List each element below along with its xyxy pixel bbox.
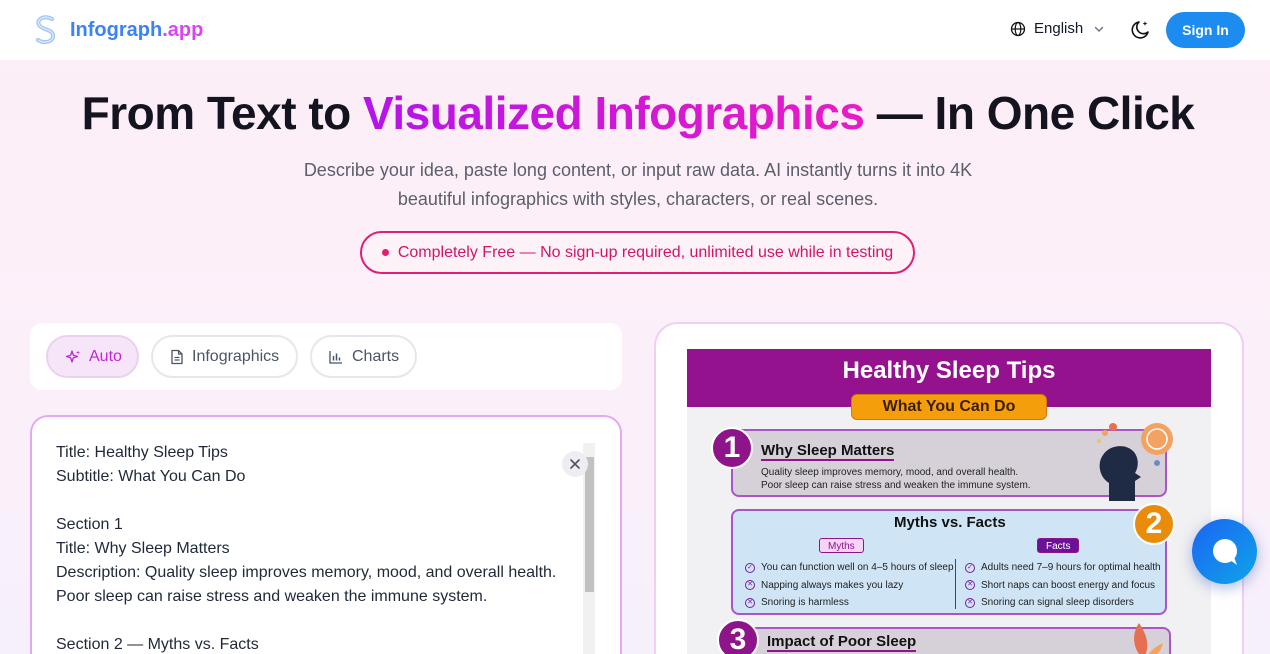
sparkle-icon [65, 349, 80, 363]
globe-icon [1010, 21, 1026, 36]
facts-list: ✓ Adults need 7–9 hours for optimal healt… [965, 559, 1161, 612]
section-1-description: Quality sleep improves memory, mood, and… [761, 466, 1031, 492]
tab-infographics-label: Infographics [192, 347, 280, 365]
chat-button[interactable] [1192, 519, 1257, 584]
mode-tabs: Auto Infographics Charts [30, 323, 622, 390]
head-brain-illustration-icon [1097, 423, 1173, 501]
section-2-number: 2 [1133, 503, 1175, 545]
section-1-desc-line-1: Quality sleep improves memory, mood, and… [761, 467, 1019, 478]
section-3-number: 3 [717, 619, 759, 654]
bar-chart-icon [329, 350, 342, 364]
top-header: Infograph.app English Sign In [0, 0, 1270, 60]
list-item: ✕ Short naps can boost energy and focus [965, 577, 1161, 595]
moon-icon [1131, 21, 1149, 39]
myths-facts-divider [955, 559, 956, 609]
content-textarea[interactable]: Title: Healthy Sleep Tips Subtitle: What… [30, 415, 622, 654]
tab-infographics[interactable]: Infographics [151, 335, 298, 378]
brand-name: Infograph.app [70, 18, 204, 41]
leaf-illustration-icon [1134, 623, 1163, 654]
x-circle-icon: ✕ [745, 597, 755, 608]
list-item: ✓ You can function well on 4–5 hours of s… [745, 559, 954, 577]
list-item: ✕ Snoring is harmless [745, 594, 954, 612]
logo-mark-icon [36, 15, 56, 45]
myths-label: Myths [819, 538, 864, 553]
infographic-preview[interactable]: Healthy Sleep Tips What You Can Do 1 Why… [687, 349, 1211, 654]
section-1-number: 1 [711, 427, 753, 469]
hero-subtitle: Describe your idea, paste long content, … [303, 160, 973, 209]
sign-in-button[interactable]: Sign In [1166, 12, 1245, 48]
editor-scrollbar-thumb[interactable] [585, 457, 594, 592]
x-circle-icon: ✕ [965, 580, 975, 591]
check-circle-icon: ✓ [745, 562, 755, 573]
badge-dot [381, 249, 389, 256]
section-2-title: Myths vs. Facts [894, 514, 1006, 531]
language-label: English [1034, 20, 1084, 37]
language-selector[interactable]: English [1010, 20, 1113, 37]
list-item: ✕ Napping always makes you lazy [745, 577, 954, 595]
section-3-title: Impact of Poor Sleep [767, 633, 917, 652]
chat-bubble-icon [1212, 538, 1237, 565]
theme-toggle-button[interactable] [1128, 18, 1152, 42]
myths-list: ✓ You can function well on 4–5 hours of s… [745, 559, 954, 612]
tab-auto[interactable]: Auto [46, 335, 139, 378]
x-circle-icon: ✕ [745, 580, 755, 591]
tab-charts-label: Charts [352, 347, 400, 365]
preview-card: Healthy Sleep Tips What You Can Do 1 Why… [654, 322, 1244, 654]
hero-title: From Text to Visualized Infographics — I… [81, 87, 1195, 139]
facts-label: Facts [1037, 538, 1080, 553]
check-circle-icon: ✓ [965, 562, 975, 573]
clear-button[interactable] [562, 451, 588, 477]
document-icon [171, 349, 183, 364]
poster-subtitle: What You Can Do [851, 394, 1047, 420]
tab-charts[interactable]: Charts [310, 335, 417, 378]
brand-logo[interactable]: Infograph.app [32, 15, 203, 45]
section-1-desc-line-2: Poor sleep can raise stress and weaken t… [761, 480, 1031, 491]
editor-content[interactable]: Title: Healthy Sleep Tips Subtitle: What… [56, 441, 576, 654]
list-item: ✓ Adults need 7–9 hours for optimal healt… [965, 559, 1161, 577]
tab-auto-label: Auto [89, 347, 122, 365]
close-icon [570, 459, 580, 469]
x-circle-icon: ✕ [965, 597, 975, 608]
chevron-down-icon [1095, 26, 1104, 32]
section-1-title: Why Sleep Matters [761, 442, 895, 461]
list-item: ✕ Snoring can signal sleep disorders [965, 594, 1161, 612]
free-badge: Completely Free — No sign-up required, u… [360, 231, 915, 274]
badge-text: Completely Free — No sign-up required, u… [397, 243, 894, 261]
